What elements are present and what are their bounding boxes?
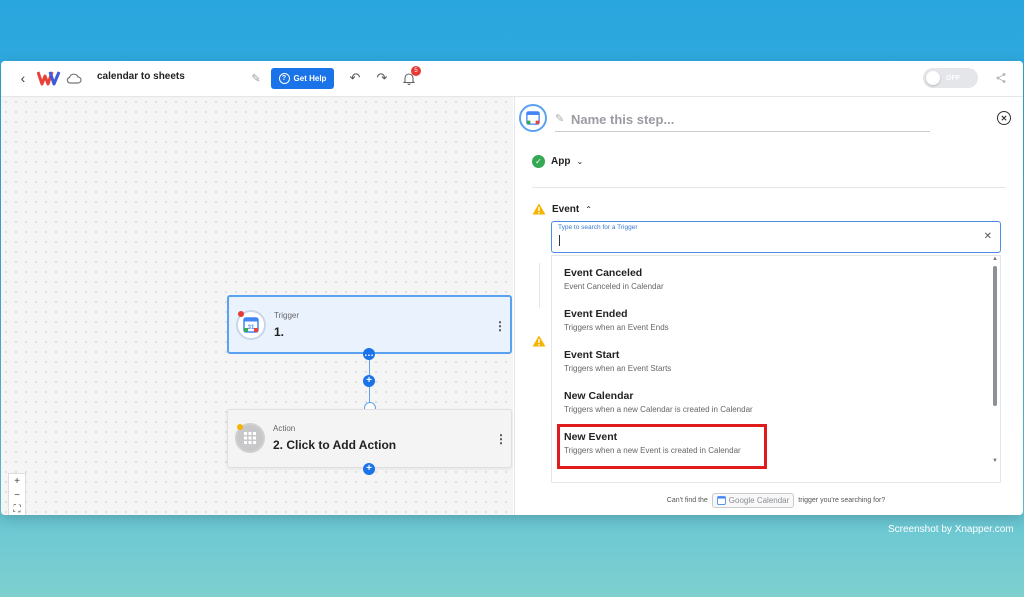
help-icon: ? bbox=[278, 73, 290, 84]
option-title: New Event bbox=[564, 431, 618, 443]
action-node[interactable]: Action 2. Click to Add Action ⋮ bbox=[227, 409, 512, 468]
trigger-status-dot bbox=[238, 311, 244, 317]
pencil-icon: ✎ bbox=[555, 113, 565, 125]
add-step-button[interactable]: + bbox=[363, 375, 375, 387]
section-divider bbox=[532, 187, 1006, 188]
zoom-controls: + − ⛶ bbox=[8, 473, 26, 515]
scroll-down-icon[interactable]: ▼ bbox=[992, 458, 998, 464]
app-label: App bbox=[551, 156, 571, 167]
option-event-canceled[interactable]: Event Canceled Event Canceled in Calenda… bbox=[564, 267, 664, 291]
toggle-knob bbox=[926, 71, 940, 85]
watermark: Screenshot by Xnapper.com bbox=[888, 524, 1014, 535]
app-window: ‹ calendar to sheets ✎ ? Get Help ↶ ↷ 5 … bbox=[1, 61, 1023, 515]
google-calendar-chip[interactable]: Google Calendar bbox=[711, 492, 795, 508]
option-subtitle: Event Canceled in Calendar bbox=[564, 282, 664, 291]
option-title: Event Canceled bbox=[564, 267, 643, 279]
step-config-panel: ✎ Name this step... ✕ ✓ App ⌄ Event ⌃ Ty… bbox=[514, 97, 1023, 515]
get-help-label: Get Help bbox=[293, 74, 327, 83]
branch-icon[interactable]: … bbox=[363, 348, 375, 360]
trigger-node[interactable]: 31 Trigger 1. ⋮ bbox=[227, 295, 512, 354]
top-bar: ‹ calendar to sheets ✎ ? Get Help ↶ ↷ 5 … bbox=[1, 61, 1023, 97]
option-subtitle: Triggers when an Event Ends bbox=[564, 323, 669, 332]
hint-suffix: trigger you're searching for? bbox=[798, 496, 886, 504]
workflow-toggle[interactable]: OFF bbox=[923, 68, 978, 88]
check-icon: ✓ bbox=[532, 155, 545, 168]
share-icon[interactable] bbox=[993, 70, 1009, 86]
hint-prefix: Can't find the bbox=[666, 496, 708, 504]
action-status-dot bbox=[237, 424, 243, 430]
option-title: New Calendar bbox=[564, 390, 634, 402]
step-name-input[interactable]: ✎ Name this step... bbox=[555, 111, 930, 132]
warning-icon bbox=[532, 203, 546, 215]
option-new-calendar[interactable]: New Calendar Triggers when a new Calenda… bbox=[564, 390, 753, 414]
option-new-event[interactable]: New Event Triggers when a new Event is c… bbox=[564, 431, 741, 455]
toggle-label: OFF bbox=[946, 74, 960, 82]
workflow-canvas[interactable]: 31 Trigger 1. ⋮ … + Action 2. Click to A… bbox=[1, 97, 513, 515]
option-subtitle: Triggers when a new Event is created in … bbox=[564, 446, 741, 455]
scroll-up-icon[interactable]: ▲ bbox=[992, 256, 998, 262]
option-event-start[interactable]: Event Start Triggers when an Event Start… bbox=[564, 349, 671, 373]
scrollbar-thumb[interactable] bbox=[993, 266, 997, 406]
app-section-header[interactable]: ✓ App ⌄ bbox=[532, 155, 583, 168]
redo-icon[interactable]: ↷ bbox=[374, 70, 390, 86]
trigger-search-input[interactable]: Type to search for a Trigger ✕ bbox=[551, 221, 1001, 253]
zoom-in-button[interactable]: + bbox=[9, 474, 25, 488]
svg-text:31: 31 bbox=[248, 325, 255, 331]
chevron-down-icon: ⌄ bbox=[576, 157, 584, 166]
trigger-options-list[interactable]: ▲ ▼ Event Canceled Event Canceled in Cal… bbox=[551, 255, 1001, 483]
option-subtitle: Triggers when an Event Starts bbox=[564, 364, 672, 373]
step-name-placeholder: Name this step... bbox=[571, 112, 675, 127]
action-menu-icon[interactable]: ⋮ bbox=[495, 432, 507, 446]
notification-badge: 5 bbox=[411, 66, 421, 76]
search-label: Type to search for a Trigger bbox=[558, 224, 638, 231]
add-step-bottom-button[interactable]: + bbox=[363, 463, 375, 475]
undo-icon[interactable]: ↶ bbox=[347, 70, 363, 86]
chevron-up-icon: ⌃ bbox=[585, 204, 592, 214]
section-guide-line bbox=[539, 263, 540, 308]
zoom-out-button[interactable]: − bbox=[9, 488, 25, 502]
option-title: Event Ended bbox=[564, 308, 628, 320]
option-subtitle: Triggers when a new Calendar is created … bbox=[564, 405, 753, 414]
google-calendar-step-icon bbox=[519, 104, 547, 132]
workflow-title[interactable]: calendar to sheets bbox=[97, 71, 185, 82]
chip-label: Google Calendar bbox=[728, 495, 790, 505]
action-name: 2. Click to Add Action bbox=[273, 438, 397, 452]
event-label: Event bbox=[552, 203, 580, 215]
warning-icon-secondary bbox=[532, 335, 546, 347]
fit-view-button[interactable]: ⛶ bbox=[9, 502, 25, 515]
trigger-menu-icon[interactable]: ⋮ bbox=[494, 319, 506, 333]
google-calendar-chip-icon bbox=[716, 495, 726, 505]
back-icon[interactable]: ‹ bbox=[15, 70, 31, 86]
action-type-label: Action bbox=[273, 424, 296, 433]
get-help-button[interactable]: ? Get Help bbox=[271, 68, 334, 89]
trigger-name: 1. bbox=[274, 325, 285, 339]
event-section-header[interactable]: Event ⌃ bbox=[532, 203, 592, 215]
option-title: Event Start bbox=[564, 349, 620, 361]
text-caret bbox=[559, 235, 560, 246]
trigger-type-label: Trigger bbox=[274, 311, 300, 320]
edit-title-icon[interactable]: ✎ bbox=[249, 70, 263, 86]
clear-search-icon[interactable]: ✕ bbox=[984, 231, 992, 242]
cant-find-hint: Can't find the Google Calendar trigger y… bbox=[551, 485, 1001, 515]
cloud-save-icon[interactable] bbox=[65, 70, 83, 86]
app-logo[interactable] bbox=[37, 69, 61, 87]
close-panel-icon[interactable]: ✕ bbox=[997, 111, 1011, 125]
option-event-ended[interactable]: Event Ended Triggers when an Event Ends bbox=[564, 308, 669, 332]
